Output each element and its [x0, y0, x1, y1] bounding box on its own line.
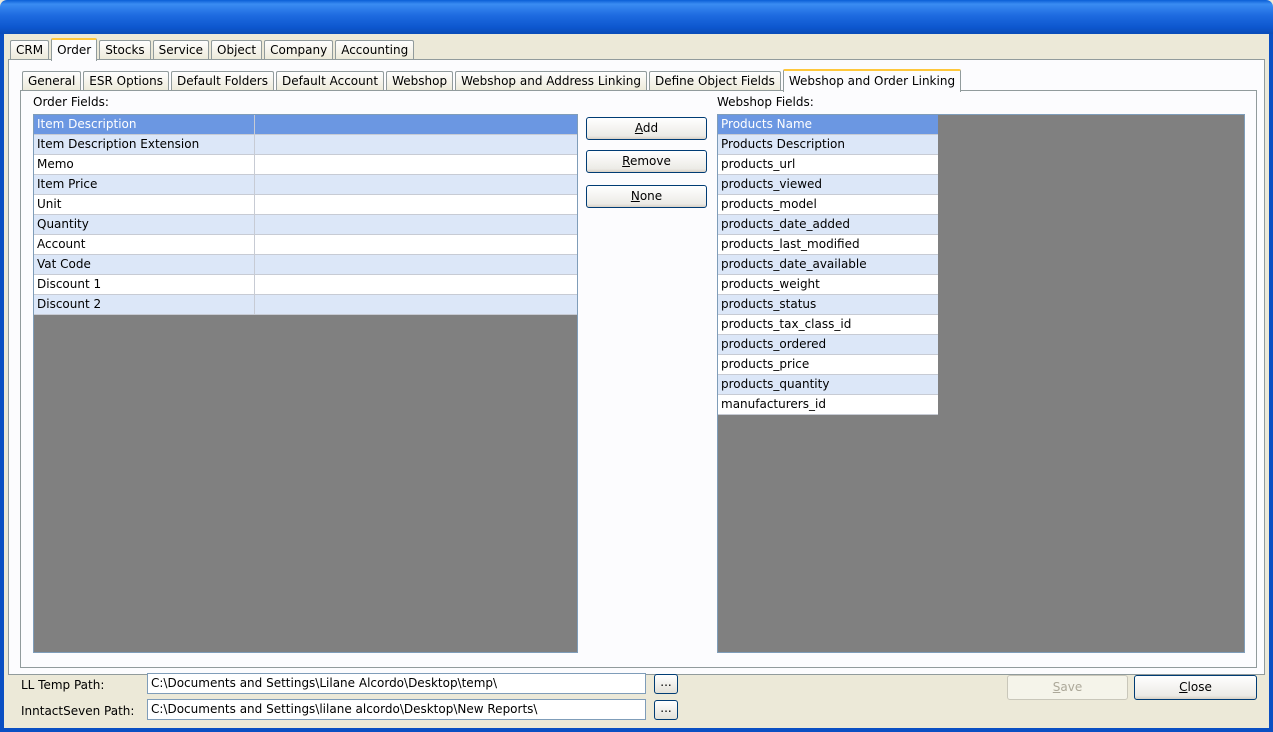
remove-button-label: emove [629, 154, 671, 168]
none-button[interactable]: None [586, 185, 707, 208]
order-field-row[interactable]: Vat Code [34, 255, 577, 275]
order-field-name: Memo [34, 155, 255, 174]
tab-order[interactable]: Order [51, 38, 98, 61]
order-field-name: Quantity [34, 215, 255, 234]
order-fields-label: Order Fields: [33, 95, 109, 109]
order-field-mapping[interactable] [255, 275, 474, 294]
close-button[interactable]: Close [1134, 675, 1257, 700]
order-field-name: Discount 1 [34, 275, 255, 294]
close-button-label: lose [1187, 680, 1212, 694]
tab-webshop-address-linking[interactable]: Webshop and Address Linking [455, 71, 647, 91]
inntact-path-field[interactable]: C:\Documents and Settings\lilane alcordo… [147, 699, 646, 720]
order-field-mapping[interactable] [255, 195, 474, 214]
webshop-field-item[interactable]: products_price [718, 355, 938, 375]
order-field-row[interactable]: Item Description Extension [34, 135, 577, 155]
remove-accel-key: R [622, 154, 630, 168]
webshop-field-item[interactable]: products_date_added [718, 215, 938, 235]
webshop-field-item[interactable]: products_quantity [718, 375, 938, 395]
webshop-field-item[interactable]: products_url [718, 155, 938, 175]
webshop-field-item[interactable]: Products Name [718, 115, 938, 135]
tab-accounting[interactable]: Accounting [335, 40, 415, 60]
inntact-path-label: InntactSeven Path: [21, 704, 135, 718]
close-accel-key: C [1179, 680, 1188, 694]
order-field-name: Discount 2 [34, 295, 255, 314]
tab-default-folders[interactable]: Default Folders [170, 71, 274, 91]
order-field-mapping[interactable] [255, 135, 474, 154]
window-titlebar[interactable] [0, 0, 1273, 34]
tab-object[interactable]: Object [211, 40, 263, 60]
order-field-row[interactable]: Item Description [34, 115, 577, 135]
none-button-label: one [639, 189, 663, 203]
save-button-label: ave [1060, 680, 1083, 694]
order-field-row[interactable]: Discount 2 [34, 295, 577, 315]
order-field-mapping[interactable] [255, 115, 474, 134]
webshop-field-item[interactable]: products_ordered [718, 335, 938, 355]
order-field-name: Item Price [34, 175, 255, 194]
ll-temp-browse-button[interactable]: ... [654, 674, 678, 694]
tab-define-object-fields[interactable]: Define Object Fields [648, 71, 781, 91]
order-field-mapping[interactable] [255, 295, 474, 314]
tab-default-account[interactable]: Default Account [275, 71, 385, 91]
add-accel-key: A [634, 121, 643, 135]
webshop-field-item[interactable]: products_date_available [718, 255, 938, 275]
order-field-mapping[interactable] [255, 175, 474, 194]
order-field-mapping[interactable] [255, 235, 474, 254]
order-field-row[interactable]: Memo [34, 155, 577, 175]
order-field-row[interactable]: Item Price [34, 175, 577, 195]
webshop-field-item[interactable]: products_tax_class_id [718, 315, 938, 335]
order-field-row[interactable]: Account [34, 235, 577, 255]
webshop-field-item[interactable]: products_viewed [718, 175, 938, 195]
remove-button[interactable]: Remove [586, 150, 707, 173]
order-field-name: Item Description [34, 115, 255, 134]
webshop-fields-label: Webshop Fields: [717, 95, 814, 109]
order-field-mapping[interactable] [255, 255, 474, 274]
inntact-browse-button[interactable]: ... [654, 700, 678, 720]
order-field-name: Item Description Extension [34, 135, 255, 154]
ll-temp-path-label: LL Temp Path: [21, 678, 105, 692]
order-field-name: Vat Code [34, 255, 255, 274]
none-accel-key: N [630, 189, 640, 203]
tab-webshop[interactable]: Webshop [386, 71, 454, 91]
webshop-field-item[interactable]: products_model [718, 195, 938, 215]
order-field-row[interactable]: Quantity [34, 215, 577, 235]
order-field-row[interactable]: Discount 1 [34, 275, 577, 295]
webshop-field-item[interactable]: Products Description [718, 135, 938, 155]
webshop-field-item[interactable]: products_weight [718, 275, 938, 295]
webshop-field-item[interactable]: products_status [718, 295, 938, 315]
tab-esr-options[interactable]: ESR Options [83, 71, 169, 91]
sub-tab-strip: General ESR Options Default Folders Defa… [22, 68, 963, 92]
tab-webshop-order-linking[interactable]: Webshop and Order Linking [782, 69, 962, 92]
add-button-label: dd [642, 121, 659, 135]
tab-company[interactable]: Company [264, 40, 334, 60]
tab-crm[interactable]: CRM [10, 40, 50, 60]
add-button[interactable]: Add [586, 117, 707, 140]
window-frame: CRM Order Stocks Service Object Company … [0, 34, 1273, 732]
webshop-field-item[interactable]: products_last_modified [718, 235, 938, 255]
save-button[interactable]: Save [1007, 675, 1128, 700]
order-field-mapping[interactable] [255, 215, 474, 234]
order-field-row[interactable]: Unit [34, 195, 577, 215]
ll-temp-path-field[interactable]: C:\Documents and Settings\Lilane Alcordo… [147, 673, 646, 694]
order-fields-grid[interactable]: Item Description Item Description Extens… [33, 114, 578, 653]
tab-service[interactable]: Service [152, 40, 210, 60]
order-field-name: Unit [34, 195, 255, 214]
order-field-mapping[interactable] [255, 155, 474, 174]
main-tab-strip: CRM Order Stocks Service Object Company … [10, 37, 416, 61]
tab-stocks[interactable]: Stocks [99, 40, 151, 60]
webshop-fields-list[interactable]: Products Name Products Description produ… [717, 114, 1245, 653]
webshop-field-item[interactable]: manufacturers_id [718, 395, 938, 415]
tab-general[interactable]: General [22, 71, 82, 91]
order-field-name: Account [34, 235, 255, 254]
